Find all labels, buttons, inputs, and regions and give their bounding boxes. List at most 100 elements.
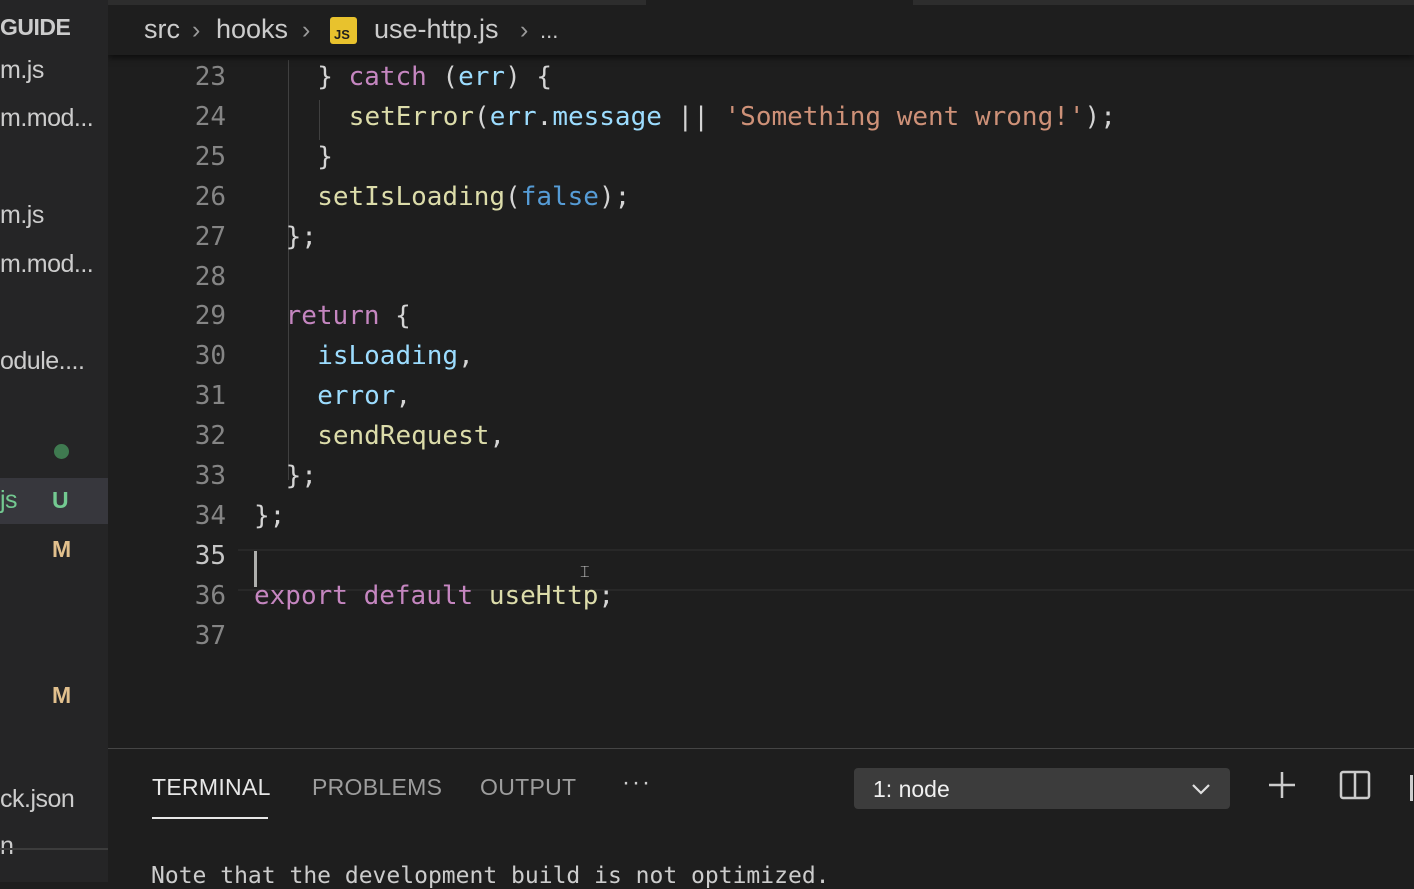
code-text: setError(err.message || 'Something went …: [349, 102, 1116, 132]
code-text: }: [317, 142, 333, 172]
explorer-file-item[interactable]: m.mod...: [0, 242, 108, 288]
line-number: 30: [194, 341, 226, 372]
code-text: };: [286, 222, 317, 252]
js-file-icon: JS: [330, 17, 357, 44]
code-token: ||: [661, 101, 725, 132]
code-token: };: [285, 461, 317, 491]
code-token: err: [458, 62, 506, 92]
explorer-file-item[interactable]: m.js: [0, 193, 108, 239]
trash-icon-edge[interactable]: [1410, 775, 1413, 801]
tab-problems[interactable]: PROBLEMS: [312, 774, 442, 801]
breadcrumb-hooks[interactable]: hooks: [216, 14, 288, 45]
explorer-file-item[interactable]: M: [0, 673, 108, 719]
code-line[interactable]: 27};: [108, 215, 1414, 255]
line-number: 31: [194, 381, 226, 412]
code-token: message: [552, 101, 662, 132]
line-number: 24: [194, 101, 226, 132]
breadcrumb-src[interactable]: src: [144, 14, 180, 45]
code-token: ,: [458, 341, 474, 372]
line-number: 25: [194, 141, 226, 172]
code-line[interactable]: 36 export default useHttp;: [108, 574, 1414, 614]
code-line[interactable]: 23} catch (err) {: [108, 55, 1414, 95]
sidebar-divider: [0, 848, 108, 850]
code-token: {: [379, 301, 411, 332]
code-token: isLoading: [317, 341, 459, 372]
more-actions-icon[interactable]: ···: [622, 769, 652, 797]
line-number: 37: [194, 620, 226, 651]
code-token: .: [536, 101, 553, 132]
terminal-output[interactable]: Note that the development build is not o…: [151, 863, 830, 889]
code-line[interactable]: 34};: [108, 494, 1414, 534]
breadcrumb-file[interactable]: use-http.js: [374, 14, 499, 45]
code-line[interactable]: 33};: [108, 454, 1414, 494]
terminal-select[interactable]: 1: node: [854, 768, 1230, 809]
code-line[interactable]: 25}: [108, 135, 1414, 175]
code-token: };: [254, 500, 286, 531]
file-name: m.mod...: [0, 104, 94, 132]
line-number: 27: [194, 221, 226, 252]
code-line[interactable]: 26 setIsLoading(false);: [108, 175, 1414, 215]
file-name: js: [0, 486, 18, 514]
file-name: n: [0, 832, 14, 860]
code-text: setIsLoading(false);: [317, 182, 630, 212]
line-number: 28: [194, 261, 226, 292]
code-token: ,: [489, 421, 506, 452]
new-terminal-plus-icon[interactable]: [1266, 769, 1298, 801]
line-number: 26: [194, 181, 226, 212]
git-modified-badge: M: [52, 682, 72, 708]
file-name: odule....: [0, 347, 85, 375]
code-text: error,: [317, 381, 411, 411]
explorer-section-header[interactable]: GUIDE: [0, 14, 71, 41]
code-text: isLoading,: [317, 341, 474, 371]
code-line[interactable]: 24 setError(err.message || 'Something wen…: [108, 95, 1414, 135]
tab-strip-edge: [913, 0, 1414, 5]
tab-output[interactable]: OUTPUT: [480, 774, 576, 801]
code-editor[interactable]: 22applyData(data);23} catch (err) {24set…: [108, 0, 1414, 748]
breadcrumb-symbols[interactable]: ...: [540, 18, 558, 44]
code-line[interactable]: 30 isLoading,: [108, 334, 1414, 374]
explorer-file-item[interactable]: n: [0, 824, 108, 870]
code-text: } catch (err) {: [317, 62, 552, 92]
explorer-file-item[interactable]: odule....: [0, 339, 108, 385]
line-number: 33: [194, 461, 226, 491]
code-token: );: [1084, 101, 1116, 132]
text-cursor: [254, 551, 257, 587]
git-untracked-badge: U: [52, 487, 69, 513]
chevron-down-icon: [1192, 784, 1210, 795]
code-line[interactable]: 32 sendRequest,: [108, 414, 1414, 454]
tab-terminal[interactable]: TERMINAL: [152, 774, 271, 801]
active-tab-indicator: [152, 817, 268, 819]
code-line[interactable]: 35: [108, 534, 1414, 574]
line-number: 36: [194, 580, 226, 611]
explorer-file-item[interactable]: m.mod...: [0, 96, 108, 142]
explorer-file-item[interactable]: ck.json: [0, 777, 108, 823]
code-token: ,: [395, 381, 412, 412]
split-terminal-icon[interactable]: [1339, 769, 1371, 801]
code-token: setIsLoading: [317, 181, 506, 212]
terminal-select-value: 1: node: [873, 776, 950, 802]
code-token: false: [520, 181, 599, 212]
code-line[interactable]: 29 return {: [108, 294, 1414, 334]
code-token: error: [317, 381, 396, 412]
code-token: }: [317, 141, 333, 172]
code-text: return {: [286, 301, 411, 331]
explorer-file-item-active[interactable]: js U: [0, 478, 108, 524]
code-area[interactable]: 22applyData(data);23} catch (err) {24set…: [108, 0, 1414, 748]
code-line[interactable]: 31 error,: [108, 374, 1414, 414]
code-token: return: [285, 301, 380, 332]
line-number: 29: [194, 301, 226, 332]
code-token: ;: [598, 580, 615, 611]
code-text: export default useHttp;: [254, 581, 614, 611]
bottom-panel: TERMINAL PROBLEMS OUTPUT ··· 1: node Not…: [108, 748, 1414, 889]
code-line[interactable]: 37: [108, 614, 1414, 654]
breadcrumb: src › hooks › JS use-http.js › ...: [108, 0, 1414, 55]
code-token: default: [363, 580, 474, 611]
line-number: 34: [194, 500, 226, 531]
code-token: (: [474, 101, 490, 132]
explorer-file-item[interactable]: m.js: [0, 48, 108, 94]
code-line[interactable]: 28: [108, 255, 1414, 295]
breadcrumb-chevron-icon: ›: [192, 16, 201, 44]
code-token: };: [285, 221, 317, 252]
explorer-file-item[interactable]: M: [0, 527, 108, 573]
